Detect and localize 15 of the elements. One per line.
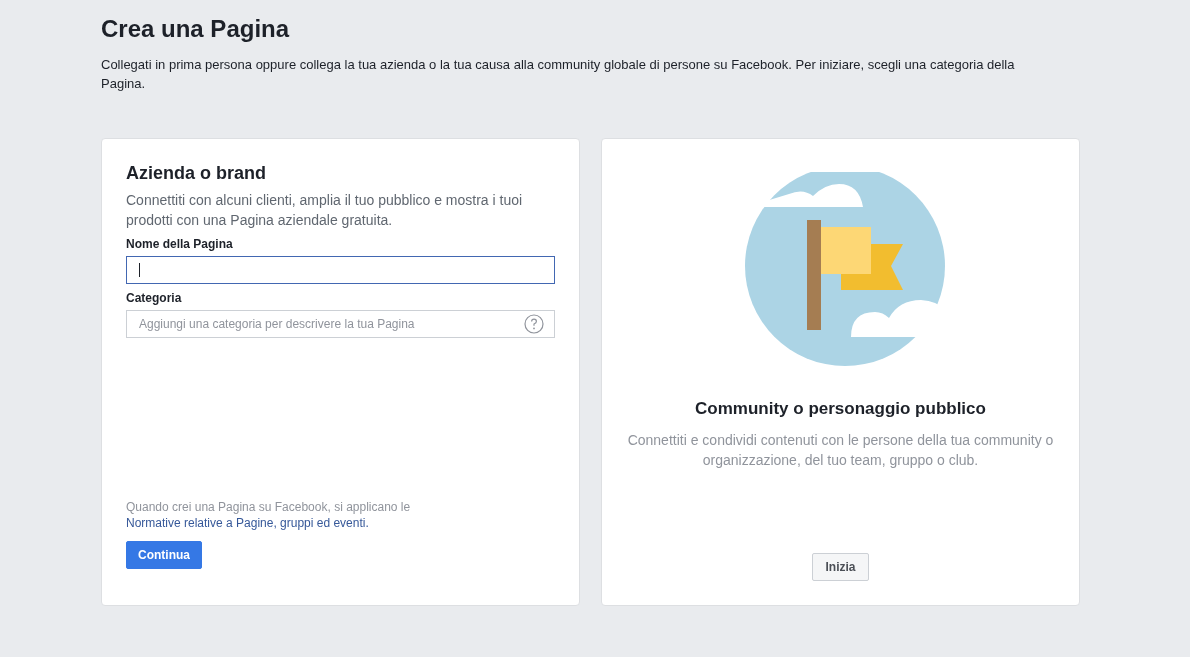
- help-icon[interactable]: [524, 314, 544, 334]
- input-field[interactable]: [126, 256, 555, 284]
- card-description: Connettiti e condividi contenuti con le persone della tua community o organizzazione, del tuo team, gruppo o club.: [626, 431, 1055, 470]
- card-description: Connettiti con alcuni clienti, amplia il tuo pubblico e mostra i tuoi prodotti con una Pagina aziendale gratuita.: [126, 191, 524, 230]
- continue-button[interactable]: Continua: [126, 541, 202, 569]
- policy-link[interactable]: Normative relative a Pagine, gruppi ed eventi.: [126, 516, 369, 530]
- field-label: Nome della Pagina: [126, 236, 234, 252]
- text-cursor: [139, 263, 140, 277]
- field-label: Categoria: [126, 290, 183, 306]
- legal-notice: Quando crei una Pagina su Facebook, si applicano le Normative relative a Pagine, gruppi ed eventi.: [126, 499, 412, 531]
- page-title: Crea una Pagina: [101, 14, 291, 44]
- page-intro: Collegati in prima persona oppure collega la tua azienda o la tua causa alla community globale di persone su Facebook. Per iniziare, scegli una categoria della Pagina.: [101, 56, 1016, 93]
- start-button[interactable]: Inizia: [812, 553, 869, 581]
- card-title: Azienda o brand: [126, 162, 267, 185]
- card-title: Community o personaggio pubblico: [695, 398, 986, 420]
